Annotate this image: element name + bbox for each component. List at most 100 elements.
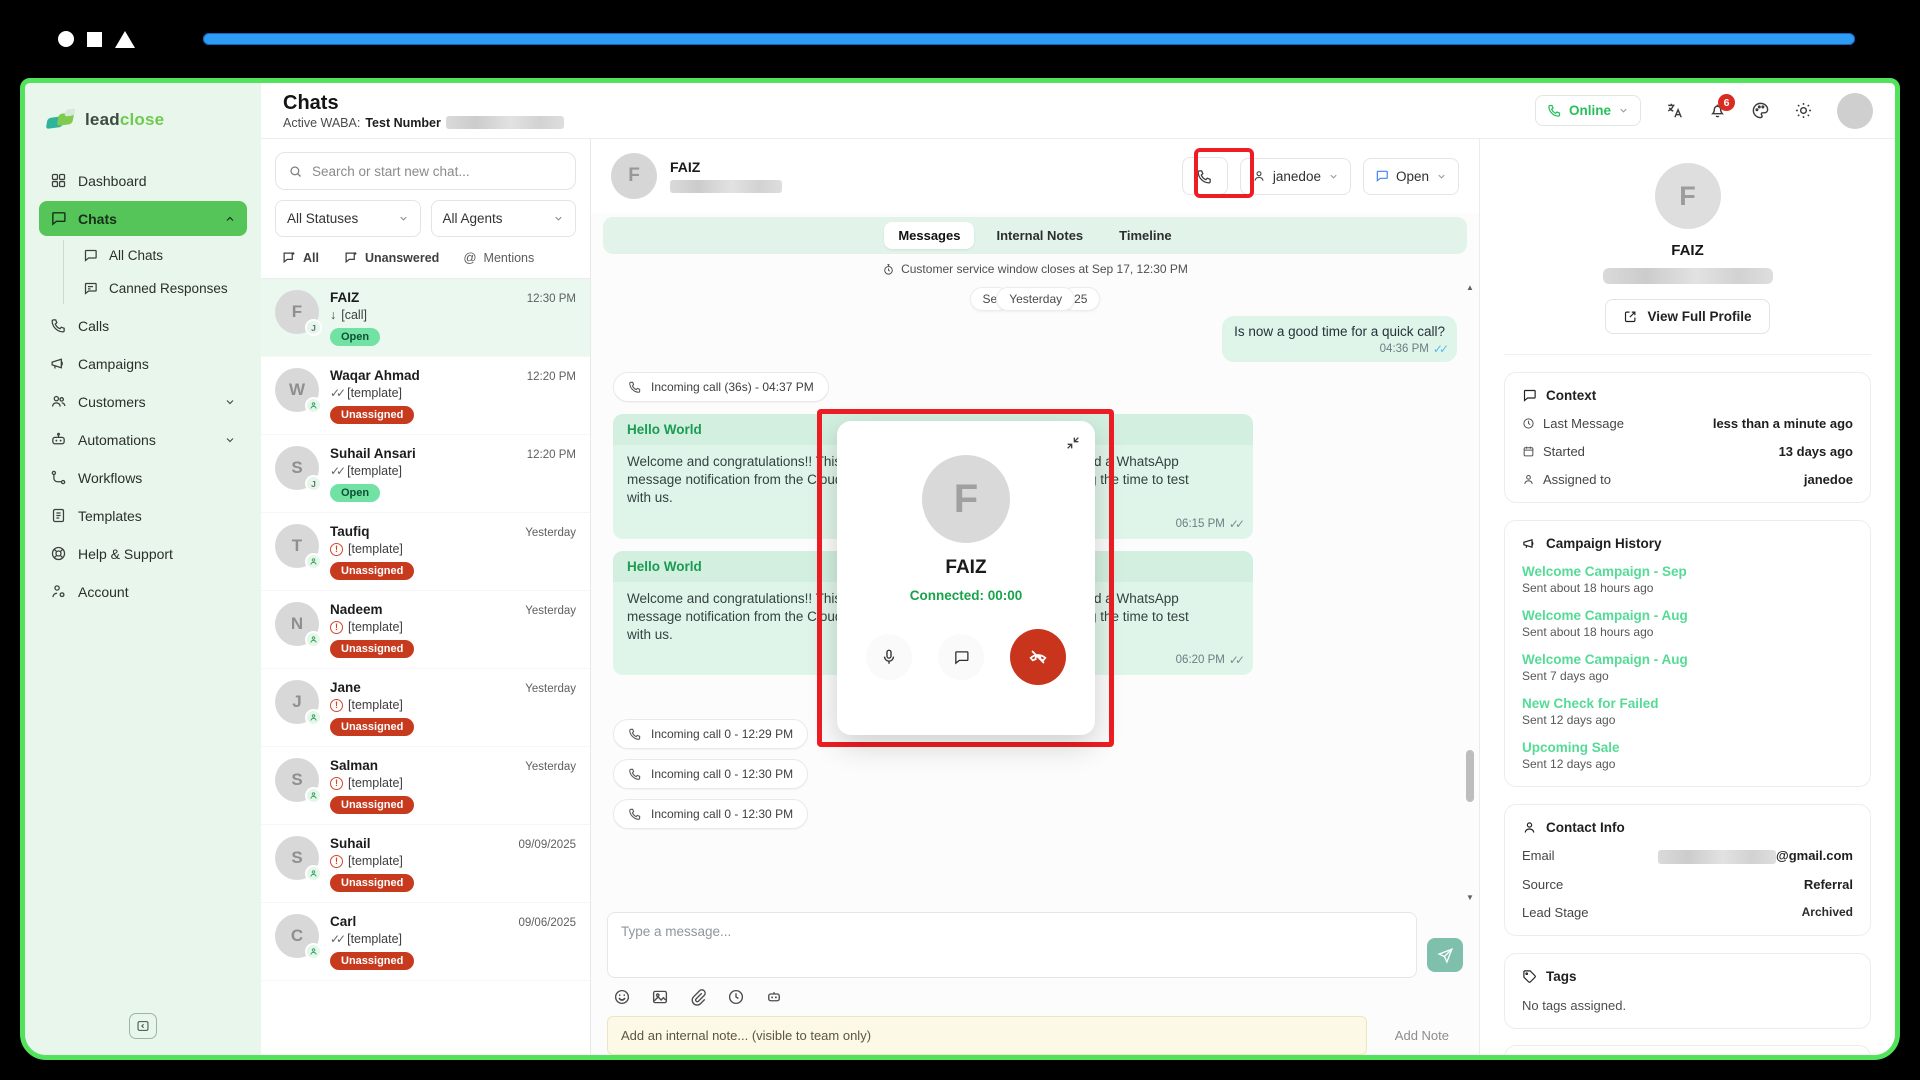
read-ticks-icon: ✓✓: [330, 932, 342, 946]
date-pill: Yesterday: [996, 287, 1075, 311]
sidebar-item-workflows[interactable]: Workflows: [39, 460, 247, 495]
phone-icon: [628, 727, 642, 741]
sidebar-item-chats[interactable]: Chats: [39, 201, 247, 236]
sidebar-item-customers[interactable]: Customers: [39, 384, 247, 419]
device-frame: leadclose Dashboard Chats All Chats: [0, 0, 1920, 1080]
chat-list-item[interactable]: SJ Suhail Ansari12:20 PM ✓✓[template] Op…: [261, 435, 590, 513]
robot-icon: [50, 431, 67, 448]
read-ticks-icon: ✓✓: [1229, 653, 1241, 667]
tab-messages[interactable]: Messages: [884, 222, 974, 249]
status-badge: Unassigned: [330, 952, 414, 970]
online-status-dropdown[interactable]: Online: [1535, 95, 1641, 126]
chat-icon: [83, 248, 98, 263]
chat-list-item[interactable]: T TaufiqYesterday ![template] Unassigned: [261, 513, 590, 591]
chat-search-input[interactable]: Search or start new chat...: [275, 152, 576, 190]
agent-filter-select[interactable]: All Agents: [431, 200, 577, 237]
square-icon: [87, 32, 102, 47]
notifications-button[interactable]: 6: [1708, 101, 1727, 120]
tab-mentions[interactable]: @ Mentions: [463, 250, 534, 265]
image-attach-button[interactable]: [651, 988, 669, 1006]
chat-list-item[interactable]: J JaneYesterday ![template] Unassigned: [261, 669, 590, 747]
unassigned-person-icon: [305, 709, 322, 726]
call-event-pill: Incoming call 0 - 12:30 PM: [613, 799, 808, 829]
sidebar-item-dashboard[interactable]: Dashboard: [39, 163, 247, 198]
campaign-link[interactable]: New Check for Failed: [1522, 696, 1853, 711]
conversation-status-dropdown[interactable]: Open: [1363, 158, 1459, 195]
sidebar-item-all-chats[interactable]: All Chats: [72, 240, 247, 271]
sidebar-item-calls[interactable]: Calls: [39, 308, 247, 343]
unassigned-person-icon: [305, 631, 322, 648]
tab-internal-notes[interactable]: Internal Notes: [982, 222, 1097, 249]
chat-list-item[interactable]: N NadeemYesterday ![template] Unassigned: [261, 591, 590, 669]
canned-response-icon: [83, 281, 98, 296]
emoji-button[interactable]: [613, 988, 631, 1006]
template-bot-button[interactable]: [765, 988, 783, 1006]
person-icon: [1522, 820, 1537, 835]
phone-icon: [1547, 103, 1562, 118]
campaign-link[interactable]: Welcome Campaign - Sep: [1522, 564, 1853, 579]
schedule-button[interactable]: [727, 988, 745, 1006]
campaign-link[interactable]: Welcome Campaign - Aug: [1522, 652, 1853, 667]
sidebar-item-templates[interactable]: Templates: [39, 498, 247, 533]
end-call-button[interactable]: [1010, 629, 1066, 685]
failed-message-icon: !: [330, 777, 343, 790]
chat-list-item[interactable]: FJ FAIZ12:30 PM ↓[call] Open: [261, 279, 590, 357]
mute-microphone-button[interactable]: [866, 634, 912, 680]
chat-list-item[interactable]: C Carl09/06/2025 ✓✓[template] Unassigned: [261, 903, 590, 981]
campaign-link[interactable]: Welcome Campaign - Aug: [1522, 608, 1853, 623]
sidebar-item-canned-responses[interactable]: Canned Responses: [72, 273, 247, 304]
dashboard-icon: [50, 172, 67, 189]
call-status: Connected: 00:00: [910, 588, 1023, 603]
scroll-down-icon[interactable]: ▼: [1466, 894, 1474, 902]
next-card-cutoff: [1504, 1045, 1871, 1055]
chat-list-item[interactable]: W Waqar Ahmad12:20 PM ✓✓[template] Unass…: [261, 357, 590, 435]
add-note-button[interactable]: Add Note: [1381, 1016, 1463, 1055]
sidebar-item-account[interactable]: Account: [39, 574, 247, 609]
sidebar-item-label: Account: [78, 584, 129, 600]
chat-icon: [953, 649, 970, 666]
date-separator: Se Yesterday 25: [613, 284, 1457, 314]
messages-scrollbar[interactable]: ▲ ▼: [1464, 284, 1476, 902]
tab-all-chats[interactable]: All: [281, 250, 319, 265]
user-avatar[interactable]: [1837, 93, 1873, 129]
sidebar-collapse-button[interactable]: [129, 1013, 157, 1039]
status-badge: Unassigned: [330, 562, 414, 580]
sidebar-item-campaigns[interactable]: Campaigns: [39, 346, 247, 381]
status-badge: Open: [330, 328, 380, 346]
scrollbar-thumb[interactable]: [1466, 750, 1474, 802]
send-button[interactable]: [1427, 938, 1463, 972]
tab-unanswered[interactable]: Unanswered: [343, 250, 439, 265]
chat-list-item[interactable]: S SalmanYesterday ![template] Unassigned: [261, 747, 590, 825]
sidebar-item-help-support[interactable]: Help & Support: [39, 536, 247, 571]
attachment-button[interactable]: [689, 988, 707, 1006]
failed-message-icon: !: [330, 621, 343, 634]
user-settings-icon: [50, 583, 67, 600]
sidebar-item-label: Chats: [78, 211, 117, 227]
workflow-icon: [50, 469, 67, 486]
campaign-entry: Welcome Campaign - Aug Sent 7 days ago: [1522, 652, 1853, 683]
incoming-arrow-icon: ↓: [330, 308, 336, 322]
light-mode-button[interactable]: [1794, 101, 1813, 120]
view-full-profile-button[interactable]: View Full Profile: [1605, 299, 1769, 334]
chat-list-item[interactable]: S Suhail09/09/2025 ![template] Unassigne…: [261, 825, 590, 903]
campaign-link[interactable]: Upcoming Sale: [1522, 740, 1853, 755]
read-ticks-icon: ✓✓: [330, 464, 342, 478]
sidebar-item-automations[interactable]: Automations: [39, 422, 247, 457]
theme-palette-button[interactable]: [1751, 101, 1770, 120]
scroll-up-icon[interactable]: ▲: [1466, 284, 1474, 292]
status-badge: Unassigned: [330, 406, 414, 424]
tab-timeline[interactable]: Timeline: [1105, 222, 1186, 249]
contact-details-panel: F FAIZ View Full Profile Context: [1479, 139, 1895, 1055]
campaign-entry: Upcoming Sale Sent 12 days ago: [1522, 740, 1853, 771]
read-ticks-icon: ✓✓: [330, 386, 342, 400]
status-filter-select[interactable]: All Statuses: [275, 200, 421, 237]
assignee-dropdown[interactable]: janedoe: [1240, 158, 1351, 195]
message-input[interactable]: Type a message...: [607, 912, 1417, 978]
internal-note-input[interactable]: Add an internal note... (visible to team…: [607, 1016, 1367, 1055]
triangle-icon: [115, 31, 135, 48]
brand-logo[interactable]: leadclose: [25, 83, 261, 153]
minimize-call-icon[interactable]: [1065, 435, 1081, 451]
call-chat-button[interactable]: [938, 634, 984, 680]
call-button[interactable]: [1182, 157, 1228, 195]
translate-button[interactable]: [1665, 101, 1684, 120]
